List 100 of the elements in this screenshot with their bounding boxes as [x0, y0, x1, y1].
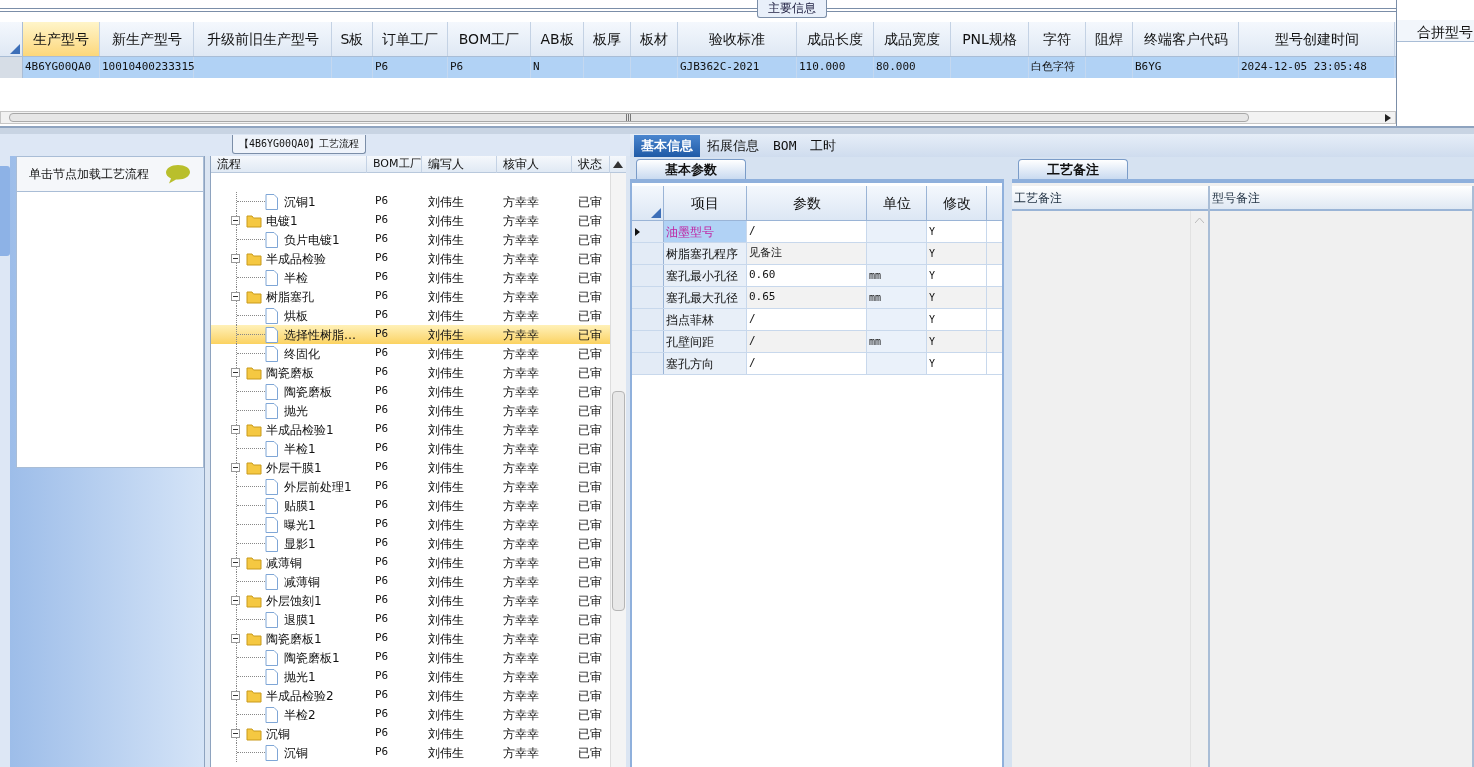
table-cell-text: 方幸幸	[502, 535, 540, 553]
scroll-right-icon[interactable]	[1385, 113, 1391, 122]
collapse-icon[interactable]	[231, 292, 240, 301]
table-cell-text: 方幸幸	[502, 744, 540, 762]
table-cell-text: 已审	[577, 630, 603, 648]
collapse-icon[interactable]	[231, 729, 240, 738]
document-icon	[265, 231, 278, 248]
table-cell-text: 方幸幸	[502, 497, 540, 515]
tab[interactable]: BOM	[766, 135, 804, 157]
collapse-icon[interactable]	[231, 368, 240, 377]
collapse-icon[interactable]	[231, 425, 240, 434]
column-header[interactable]: 单位	[867, 186, 927, 220]
column-header[interactable]: 核审人	[497, 156, 572, 173]
node-label: 显影1	[284, 535, 316, 553]
table-cell-text: 方幸幸	[502, 383, 540, 401]
column-header[interactable]: 流程	[211, 156, 367, 173]
table-row[interactable]: 油墨型号 / Y	[632, 221, 1002, 243]
column-header[interactable]: 字符	[1029, 22, 1086, 56]
table-cell: Y	[927, 243, 987, 264]
table-cell-text: 刘伟生	[427, 459, 465, 477]
table-cell-text: 方幸幸	[502, 554, 540, 572]
column-header[interactable]: AB板	[531, 22, 584, 56]
tree-row[interactable]: 选择性树脂… P6 刘伟生 方幸幸 已审	[211, 325, 610, 344]
table-row[interactable]: 挡点菲林 / Y	[632, 309, 1002, 331]
table-row[interactable]: 孔壁间距 / mm Y	[632, 331, 1002, 353]
folder-icon	[246, 251, 262, 266]
folder-icon	[246, 688, 262, 703]
column-header[interactable]: 编写人	[422, 156, 497, 173]
column-header[interactable]: 板材	[631, 22, 678, 56]
column-header[interactable]: 状态	[572, 156, 610, 173]
node-label: 抛光1	[284, 668, 316, 686]
column-header[interactable]: 生产型号	[23, 22, 100, 56]
column-header[interactable]: 板厚	[584, 22, 631, 56]
table-cell-text: P6	[374, 535, 390, 552]
folder-icon	[246, 555, 262, 570]
table-cell-text: 刘伟生	[427, 649, 465, 667]
scroll-thumb[interactable]	[612, 391, 625, 611]
table-cell-text: 刘伟生	[427, 269, 465, 287]
table-cell-text: 刘伟生	[427, 288, 465, 306]
table-cell-text: P6	[374, 193, 390, 210]
table-cell: Y	[927, 265, 987, 286]
table-cell-text: P6	[374, 250, 390, 267]
collapse-icon[interactable]	[231, 463, 240, 472]
collapse-icon[interactable]	[231, 691, 240, 700]
table-row[interactable]: 塞孔最小孔径 0.60 mm Y	[632, 265, 1002, 287]
table-row[interactable]: 塞孔最大孔径 0.65 mm Y	[632, 287, 1002, 309]
node-label: 陶瓷磨板1	[284, 649, 340, 667]
table-cell-text: 方幸幸	[502, 630, 540, 648]
table-cell-text: 方幸幸	[502, 706, 540, 724]
folder-icon	[246, 631, 262, 646]
column-header[interactable]: 终端客户代码	[1133, 22, 1239, 56]
table-cell: 塞孔最小孔径	[664, 265, 747, 286]
table-cell-text: P6	[374, 725, 390, 742]
tab[interactable]: 工时	[803, 135, 844, 157]
scroll-up-icon[interactable]	[613, 160, 623, 168]
column-header[interactable]: 新生产型号	[100, 22, 194, 56]
collapse-icon[interactable]	[231, 634, 240, 643]
table-cell: mm	[867, 287, 927, 308]
tab[interactable]: 工艺备注	[1018, 159, 1128, 179]
folder-icon	[246, 593, 262, 608]
column-header[interactable]: S板	[332, 22, 373, 56]
tab[interactable]: 基本信息	[634, 135, 700, 157]
column-header[interactable]: 项目	[664, 186, 747, 220]
splitter-bar[interactable]	[204, 156, 211, 767]
column-header[interactable]: BOM工厂	[367, 156, 422, 173]
group-title: 【4B6YG00QA0】工艺流程	[232, 135, 367, 154]
table-cell: Y	[927, 331, 987, 352]
column-header[interactable]: 订单工厂	[373, 22, 448, 56]
table-cell-text: 已审	[577, 421, 603, 439]
collapse-icon[interactable]	[231, 216, 240, 225]
column-header[interactable]: 成品长度	[797, 22, 874, 56]
column-header[interactable]: 修改	[927, 186, 987, 220]
table-cell: 80.000	[874, 57, 951, 78]
tab[interactable]: 拓展信息	[700, 135, 766, 157]
table-cell-text: P6	[374, 383, 390, 400]
table-cell-text: P6	[374, 497, 390, 514]
table-row[interactable]: 塞孔方向 / Y	[632, 353, 1002, 375]
column-header[interactable]: PNL规格	[951, 22, 1029, 56]
table-cell: Y	[927, 353, 987, 374]
table-cell-text: 已审	[577, 516, 603, 534]
column-header[interactable]: 参数	[747, 186, 867, 220]
vertical-scrollbar[interactable]	[610, 173, 626, 767]
column-header[interactable]: BOM工厂	[448, 22, 531, 56]
horizontal-scrollbar[interactable]	[0, 111, 1396, 124]
table-cell-text: 刘伟生	[427, 497, 465, 515]
collapse-icon[interactable]	[231, 596, 240, 605]
table-cell-text: 已审	[577, 402, 603, 420]
document-icon	[265, 611, 278, 628]
collapse-icon[interactable]	[231, 558, 240, 567]
column-header[interactable]: 验收标准	[678, 22, 797, 56]
column-header[interactable]: 成品宽度	[874, 22, 951, 56]
tab[interactable]: 基本参数	[636, 159, 746, 179]
table-cell-text: 方幸幸	[502, 668, 540, 686]
table-row[interactable]: 树脂塞孔程序 见备注 Y	[632, 243, 1002, 265]
row-header[interactable]	[632, 221, 664, 242]
column-header[interactable]: 升级前旧生产型号	[194, 22, 332, 56]
table-row[interactable]: 4B6YG00QA0 10010400233315 P6 P6 N GJB362C-2021 110.000 80.000 白色字符 B6YG 2024-12-05 23:05:48	[0, 57, 1396, 78]
column-header[interactable]: 型号创建时间	[1239, 22, 1395, 56]
column-header[interactable]: 阻焊	[1086, 22, 1133, 56]
collapse-icon[interactable]	[231, 254, 240, 263]
